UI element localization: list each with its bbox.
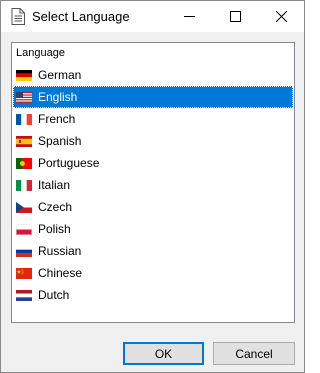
list-item-label: English	[38, 90, 78, 104]
flag-germany-icon	[16, 70, 32, 81]
maximize-button[interactable]	[212, 1, 258, 32]
flag-spain-icon	[16, 136, 32, 147]
flag-usa-icon	[16, 92, 32, 103]
list-item-label: Dutch	[38, 288, 70, 302]
list-item-polish[interactable]: Polish	[13, 218, 293, 240]
flag-netherlands-icon	[16, 290, 32, 301]
list-item-russian[interactable]: Russian	[13, 240, 293, 262]
list-item-chinese[interactable]: Chinese	[13, 262, 293, 284]
flag-china-icon	[16, 268, 32, 279]
title-bar[interactable]: Select Language	[1, 1, 304, 32]
close-icon	[275, 11, 287, 22]
flag-italy-icon	[16, 180, 32, 191]
flag-portugal-icon	[16, 158, 32, 169]
select-language-dialog: Select Language Language German English …	[0, 0, 305, 373]
window-title: Select Language	[32, 9, 130, 24]
list-item-french[interactable]: French	[13, 108, 293, 130]
list-item-label: Italian	[38, 178, 71, 192]
flag-czech-icon	[16, 202, 32, 213]
list-item-label: German	[38, 68, 82, 82]
list-item-italian[interactable]: Italian	[13, 174, 293, 196]
list-item-label: Russian	[38, 244, 82, 258]
maximize-icon	[229, 11, 241, 22]
list-item-label: Chinese	[38, 266, 83, 280]
language-list[interactable]: Language German English French Spanish P…	[11, 42, 295, 323]
list-item-label: Czech	[38, 200, 73, 214]
list-item-label: Polish	[38, 222, 71, 236]
cancel-button[interactable]: Cancel	[213, 342, 295, 365]
list-item-dutch[interactable]: Dutch	[13, 284, 293, 306]
list-item-german[interactable]: German	[13, 64, 293, 86]
flag-france-icon	[16, 114, 32, 125]
list-item-label: Spanish	[38, 134, 82, 148]
list-header: Language	[16, 47, 65, 59]
list-item-label: Portuguese	[38, 156, 100, 170]
document-icon	[11, 8, 25, 25]
ok-button[interactable]: OK	[123, 342, 204, 365]
list-item-label: French	[38, 112, 76, 126]
close-button[interactable]	[258, 1, 304, 32]
list-item-english[interactable]: English	[13, 86, 293, 108]
minimize-icon	[183, 16, 195, 17]
minimize-button[interactable]	[166, 1, 212, 32]
list-item-portuguese[interactable]: Portuguese	[13, 152, 293, 174]
list-item-czech[interactable]: Czech	[13, 196, 293, 218]
flag-poland-icon	[16, 224, 32, 235]
list-item-spanish[interactable]: Spanish	[13, 130, 293, 152]
flag-russia-icon	[16, 246, 32, 257]
